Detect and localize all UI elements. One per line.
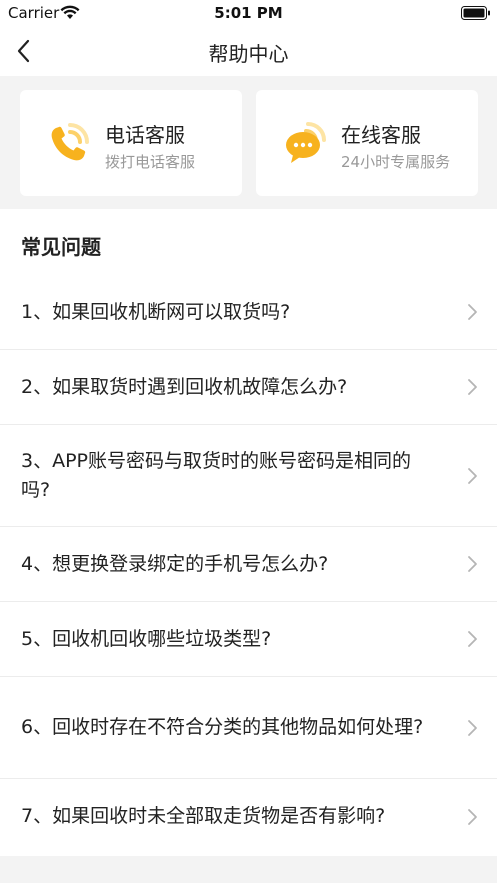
chevron-right-icon — [468, 719, 477, 736]
chat-bubble-icon — [282, 120, 328, 166]
chevron-right-icon — [468, 304, 477, 320]
service-cards: 电话客服 拨打电话客服 在线客服 24小时专属服务 — [0, 76, 497, 209]
online-service-subtitle: 24小时专属服务 — [341, 153, 451, 171]
chevron-right-icon — [468, 631, 477, 647]
status-time: 5:01 PM — [214, 4, 283, 22]
faq-list: 1、如果回收机断网可以取货吗? 2、如果取货时遇到回收机故障怎么办? 3、APP… — [0, 275, 497, 854]
faq-question: 1、如果回收机断网可以取货吗? — [21, 300, 291, 323]
nav-bar: 帮助中心 — [0, 26, 497, 76]
status-bar: Carrier 5:01 PM — [0, 0, 497, 26]
faq-section: 常见问题 1、如果回收机断网可以取货吗? 2、如果取货时遇到回收机故障怎么办? … — [0, 209, 497, 856]
faq-item[interactable]: 4、想更换登录绑定的手机号怎么办? — [0, 527, 497, 602]
online-service-title: 在线客服 — [341, 123, 421, 147]
chevron-right-icon — [468, 379, 477, 395]
chevron-right-icon — [468, 556, 477, 572]
bottom-spacer — [0, 856, 497, 883]
faq-question: 2、如果取货时遇到回收机故障怎么办? — [21, 375, 348, 398]
faq-question: 7、如果回收时未全部取走货物是否有影响? — [21, 805, 386, 827]
faq-question: 5、回收机回收哪些垃圾类型? — [21, 627, 272, 650]
phone-icon — [46, 120, 92, 166]
chevron-right-icon — [468, 467, 477, 484]
faq-title: 常见问题 — [21, 235, 101, 259]
faq-item[interactable]: 2、如果取货时遇到回收机故障怎么办? — [0, 350, 497, 425]
battery-icon — [461, 5, 491, 24]
phone-service-card[interactable]: 电话客服 拨打电话客服 — [20, 90, 242, 196]
faq-question: 3、APP账号密码与取货时的账号密码是相同的吗? — [21, 449, 412, 501]
faq-question: 6、回收时存在不符合分类的其他物品如何处理? — [21, 716, 424, 738]
faq-item[interactable]: 3、APP账号密码与取货时的账号密码是相同的吗? — [0, 425, 497, 527]
faq-item[interactable]: 1、如果回收机断网可以取货吗? — [0, 275, 497, 350]
online-service-card[interactable]: 在线客服 24小时专属服务 — [256, 90, 478, 196]
page-title: 帮助中心 — [208, 42, 289, 66]
chevron-right-icon — [468, 808, 477, 825]
phone-service-subtitle: 拨打电话客服 — [105, 153, 196, 171]
faq-question: 4、想更换登录绑定的手机号怎么办? — [21, 552, 329, 575]
faq-item[interactable]: 7、如果回收时未全部取走货物是否有影响? — [0, 779, 497, 854]
faq-item[interactable]: 6、回收时存在不符合分类的其他物品如何处理? — [0, 677, 497, 779]
phone-service-title: 电话客服 — [105, 123, 185, 147]
faq-item[interactable]: 5、回收机回收哪些垃圾类型? — [0, 602, 497, 677]
